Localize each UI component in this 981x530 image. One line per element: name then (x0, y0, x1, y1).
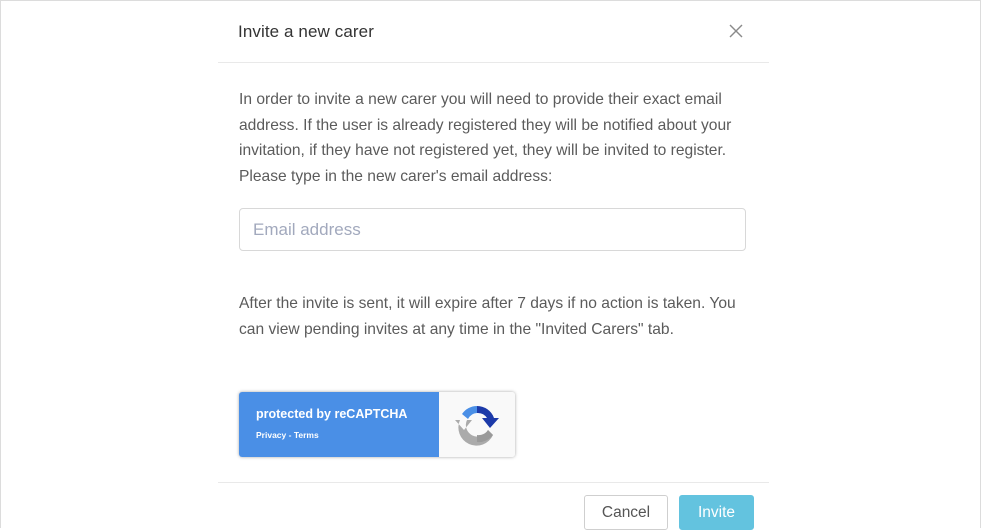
recaptcha-link-separator: - (286, 430, 294, 440)
recaptcha-links: Privacy - Terms (256, 430, 319, 440)
modal-footer: Cancel Invite (218, 482, 769, 530)
email-address-input[interactable] (239, 208, 746, 251)
expiry-text: After the invite is sent, it will expire… (239, 295, 736, 338)
recaptcha-label: protected by reCAPTCHA (256, 407, 408, 421)
recaptcha-label-panel: protected by reCAPTCHA Privacy - Terms (239, 392, 439, 457)
recaptcha-terms-link[interactable]: Terms (294, 430, 319, 440)
close-icon (729, 24, 743, 38)
recaptcha-privacy-link[interactable]: Privacy (256, 430, 286, 440)
recaptcha-badge[interactable]: protected by reCAPTCHA Privacy - Terms (239, 392, 515, 457)
modal-header: Invite a new carer (218, 1, 769, 63)
close-button[interactable] (728, 23, 746, 41)
page-frame: Invite a new carer In order to invite a … (0, 0, 981, 530)
cancel-button[interactable]: Cancel (584, 495, 668, 530)
modal-title: Invite a new carer (238, 22, 374, 41)
invite-button[interactable]: Invite (679, 495, 754, 530)
recaptcha-logo-icon (455, 405, 499, 446)
intro-text: In order to invite a new carer you will … (239, 91, 732, 185)
invite-carer-modal: Invite a new carer In order to invite a … (218, 1, 769, 530)
